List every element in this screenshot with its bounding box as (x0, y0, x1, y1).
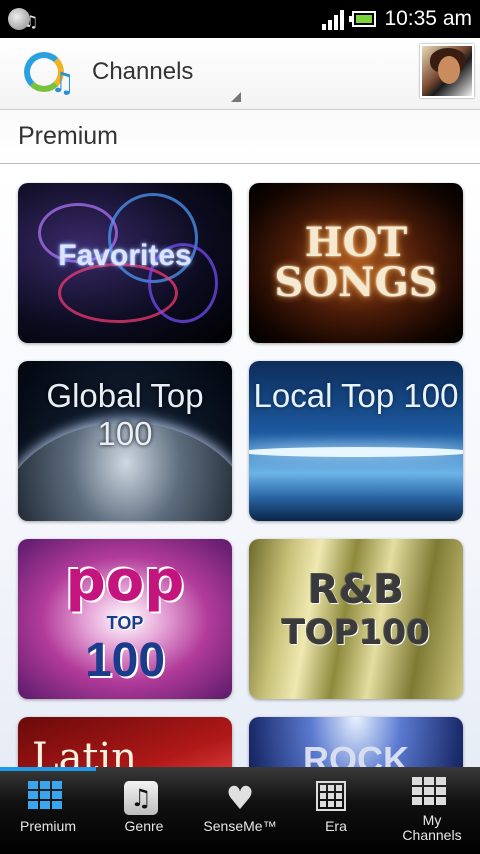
user-avatar[interactable] (420, 44, 474, 98)
channel-tile-latin[interactable]: Latin (18, 717, 232, 767)
music-unlimited-logo-icon[interactable]: ♫ (22, 50, 76, 100)
nav-item-senseme[interactable]: ♥ SenseMe™ (192, 767, 288, 854)
nav-label: My Channels (384, 813, 480, 843)
genre-music-icon: ♫ (124, 781, 164, 815)
nav-item-my-channels[interactable]: My Channels (384, 767, 480, 854)
channel-label: 100 (84, 634, 166, 687)
channel-tile-rnb-top-100[interactable]: R&B TOP100 (249, 539, 463, 699)
era-grid-icon (316, 781, 356, 815)
channel-grid[interactable]: Favorites HOT SONGS Global Top 100 Local… (0, 165, 480, 767)
signal-icon (322, 8, 345, 30)
channel-label: Latin (32, 735, 138, 767)
status-bar: ♫ 10:35 am (0, 0, 480, 38)
my-channels-heart-icon (412, 777, 452, 811)
battery-icon (349, 11, 377, 27)
channel-label: HOT (304, 219, 408, 266)
nav-item-genre[interactable]: ♫ Genre (96, 767, 192, 854)
channel-label: R&B (307, 567, 405, 613)
premium-grid-icon (28, 781, 68, 815)
nav-label: SenseMe™ (203, 818, 277, 834)
channel-label: TOP100 (282, 613, 430, 653)
channel-tile-hot-songs[interactable]: HOT SONGS (249, 183, 463, 343)
channel-label: Global Top 100 (46, 377, 204, 452)
horizon-image (249, 447, 463, 457)
page-title[interactable]: Channels (92, 58, 193, 86)
channel-tile-local-top-100[interactable]: Local Top 100 (249, 361, 463, 521)
music-note-icon: ♫ (24, 12, 39, 31)
channel-tile-favorites[interactable]: Favorites (18, 183, 232, 343)
nav-item-premium[interactable]: Premium (0, 767, 96, 854)
dropdown-indicator-icon[interactable] (231, 92, 241, 102)
clock: 10:35 am (384, 7, 472, 30)
channel-label: SONGS (274, 259, 438, 306)
nav-item-era[interactable]: Era (288, 767, 384, 854)
channel-label: Local Top 100 (253, 377, 459, 414)
nav-label: Genre (124, 818, 164, 834)
channel-label: TOP (106, 613, 144, 633)
channel-label: ROCK (303, 739, 409, 767)
nav-label-line2: Channels (402, 827, 462, 843)
channel-tile-pop-top-100[interactable]: pop TOP 100 (18, 539, 232, 699)
section-title: Premium (18, 122, 119, 150)
senseme-heart-icon: ♥ (225, 779, 255, 817)
channel-tile-rock[interactable]: ROCK (249, 717, 463, 767)
action-bar: ♫ Channels (0, 38, 480, 110)
channel-tile-global-top-100[interactable]: Global Top 100 (18, 361, 232, 521)
status-icons: 10:35 am (322, 0, 472, 38)
section-header: Premium (0, 110, 480, 164)
channel-label: pop (65, 549, 185, 614)
nav-label-line1: My (422, 812, 442, 828)
bottom-nav: Premium ♫ Genre ♥ SenseMe™ Era My Channe… (0, 767, 480, 854)
nav-label: Era (325, 818, 347, 834)
channel-label: Favorites (58, 239, 192, 272)
notification-icons: ♫ (8, 6, 38, 32)
nav-label: Premium (19, 818, 76, 834)
